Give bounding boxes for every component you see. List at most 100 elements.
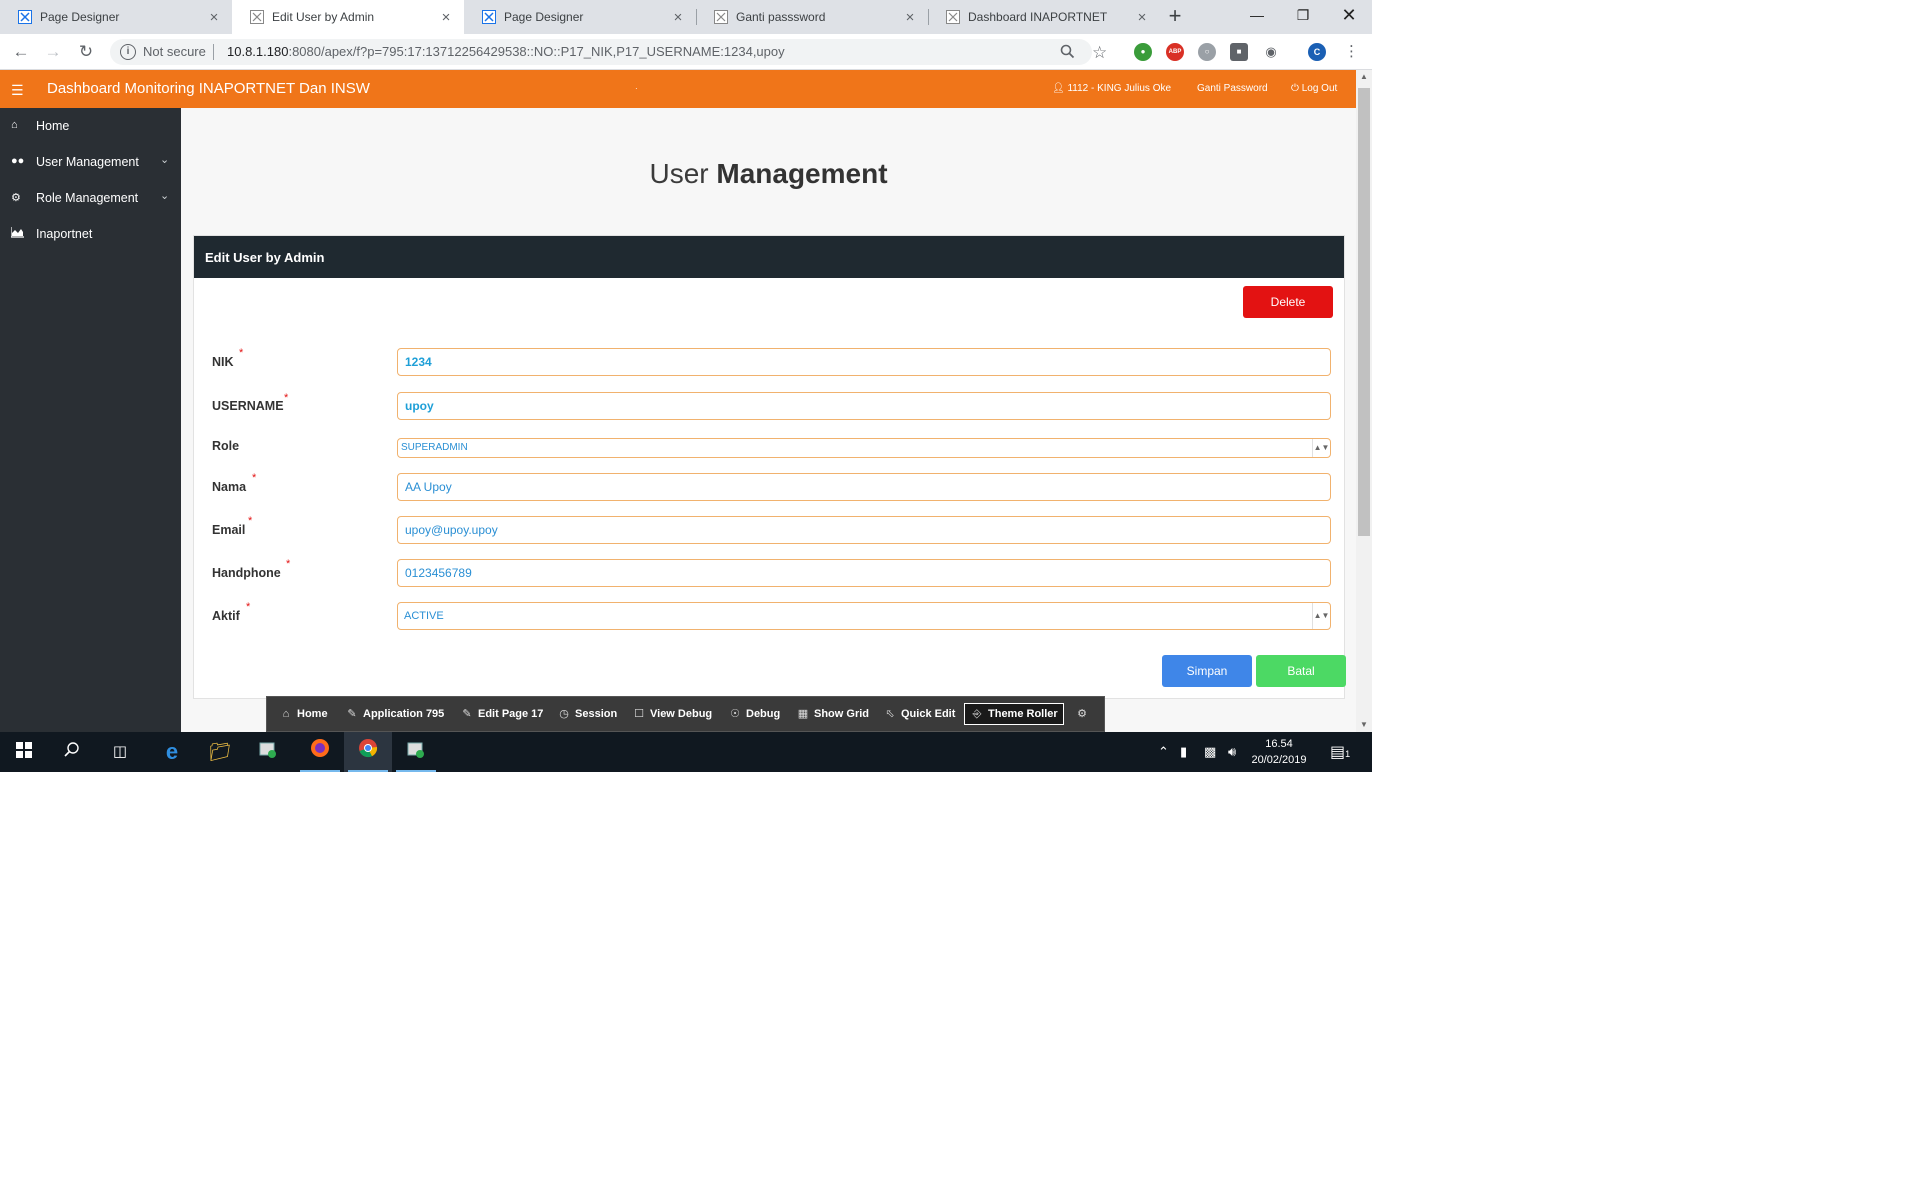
save-button[interactable]: Simpan [1162, 655, 1252, 687]
new-tab-button[interactable]: + [1162, 4, 1188, 30]
network-icon[interactable]: ▩ [1204, 744, 1216, 760]
reload-icon[interactable]: ↻ [74, 40, 98, 64]
email-field[interactable]: upoy@upoy.upoy [397, 516, 1331, 544]
page-scrollbar[interactable]: ▲ ▼ [1356, 70, 1372, 732]
edge-browser-icon[interactable]: e [148, 732, 196, 772]
firefox-icon[interactable] [296, 732, 344, 772]
cancel-button[interactable]: Batal [1256, 655, 1346, 687]
email-label: Email [212, 523, 246, 537]
app-window-icon[interactable] [244, 732, 292, 772]
address-bar[interactable]: i Not secure 10.8.1.180:8080/apex/f?p=79… [110, 39, 1092, 65]
dev-settings-button[interactable]: ⚙ [1075, 703, 1093, 725]
extension-world-icon[interactable]: ○ [1198, 43, 1216, 61]
select-arrows-icon: ▲▼ [1312, 439, 1330, 457]
dev-application-label: Application 795 [363, 708, 445, 720]
username-field[interactable]: upoy [397, 392, 1331, 420]
app-window-icon[interactable] [392, 732, 440, 772]
dev-edit-page-button[interactable]: ✎ Edit Page 17 [460, 703, 543, 725]
nik-field[interactable]: 1234 [397, 348, 1331, 376]
aktif-label: Aktif [212, 609, 240, 623]
close-tab-icon[interactable]: × [902, 9, 918, 26]
dev-session-button[interactable]: ◷ Session [557, 703, 617, 725]
area-chart-icon [10, 227, 25, 241]
dev-home-label: Home [297, 708, 328, 720]
extension-globe-icon[interactable]: ● [1134, 43, 1152, 61]
browser-tab[interactable]: Page Designer × [464, 0, 696, 34]
browser-tab[interactable]: Ganti passsword × [696, 0, 928, 34]
scroll-thumb[interactable] [1358, 88, 1370, 536]
battery-icon[interactable]: ▮ [1180, 744, 1187, 760]
extension-adblock-icon[interactable]: ABP [1166, 43, 1184, 61]
browser-tab[interactable]: Page Designer × [0, 0, 232, 34]
close-tab-icon[interactable]: × [438, 9, 454, 26]
page-favicon-icon [250, 10, 264, 24]
close-tab-icon[interactable]: × [670, 9, 686, 26]
app-title[interactable]: Dashboard Monitoring INAPORTNET Dan INSW [47, 80, 370, 97]
dev-session-label: Session [575, 708, 618, 720]
profile-avatar[interactable]: C [1308, 43, 1326, 61]
browser-tab-title: Page Designer [504, 10, 584, 24]
hamburger-menu-icon[interactable]: ☰ [11, 82, 24, 99]
back-arrow-icon[interactable]: ← [9, 40, 33, 64]
minimize-icon[interactable]: — [1234, 0, 1280, 30]
edit-icon: ✎ [462, 708, 472, 720]
extension-camera-icon[interactable]: ◉ [1262, 43, 1280, 61]
nav-user-link[interactable]: 👤︎ 1112 - KING Julius Oke [1052, 83, 1171, 94]
chevron-down-icon[interactable]: ⌄ [160, 153, 169, 166]
file-explorer-icon[interactable]: 📁︎ [196, 732, 244, 772]
nav-user-label: 1112 - KING Julius Oke [1067, 83, 1172, 94]
zoom-icon[interactable] [1060, 44, 1075, 63]
browser-tab-active[interactable]: Edit User by Admin × [232, 0, 464, 34]
scroll-down-icon[interactable]: ▼ [1356, 718, 1372, 732]
role-select[interactable]: SUPERADMIN ▲▼ [397, 438, 1331, 458]
required-marker: * [246, 601, 251, 613]
taskbar-clock[interactable]: 16.54 20/02/2019 [1244, 736, 1314, 768]
show-hidden-icons-icon[interactable]: ⌃ [1158, 744, 1169, 760]
sidebar-item-inaportnet[interactable]: Inaportnet [0, 216, 181, 252]
browser-tab[interactable]: Dashboard INAPORTNET × [928, 0, 1160, 34]
dev-home-button[interactable]: ⌂ Home [279, 703, 328, 725]
handphone-field[interactable]: 0123456789 [397, 559, 1331, 587]
close-window-icon[interactable]: ✕ [1326, 0, 1372, 30]
close-tab-icon[interactable]: × [1134, 9, 1150, 26]
restore-icon[interactable]: ❐ [1280, 0, 1326, 30]
browser-tab-title: Edit User by Admin [272, 10, 375, 24]
close-tab-icon[interactable]: × [206, 9, 222, 26]
sidebar-item-home[interactable]: ⌂ Home [0, 108, 181, 144]
sidebar-item-user-management[interactable]: ●● User Management ⌄ [0, 144, 181, 180]
page-favicon-icon [714, 10, 728, 24]
power-icon: ⏻ [1291, 83, 1302, 94]
menu-kebab-icon[interactable]: ⋮ [1344, 42, 1359, 60]
dev-theme-roller-button[interactable]: ⎆ Theme Roller [964, 703, 1064, 725]
dev-show-grid-button[interactable]: ▦ Show Grid [796, 703, 869, 725]
forward-arrow-icon[interactable]: → [41, 40, 65, 64]
dev-debug-button[interactable]: ☉ Debug [728, 703, 780, 725]
logout-link[interactable]: ⏻ Log Out [1291, 83, 1337, 94]
bug-icon: ☉ [730, 708, 740, 720]
sidebar-item-role-management[interactable]: ⚙ Role Management ⌄ [0, 180, 181, 216]
volume-icon[interactable]: 🔊︎ [1228, 744, 1236, 760]
chrome-icon[interactable] [344, 732, 392, 772]
chevron-down-icon[interactable]: ⌄ [160, 189, 169, 202]
dev-application-button[interactable]: ✎ Application 795 [345, 703, 444, 725]
omnibox-divider [213, 44, 214, 60]
dev-quick-edit-button[interactable]: ⬁ Quick Edit [883, 703, 955, 725]
browser-tab-strip: Page Designer × Edit User by Admin × Pag… [0, 0, 1372, 34]
edit-icon: ✎ [347, 708, 357, 720]
delete-button[interactable]: Delete [1243, 286, 1333, 318]
aktif-select[interactable]: ACTIVE ▲▼ [397, 602, 1331, 630]
nama-field[interactable]: AA Upoy [397, 473, 1331, 501]
action-center-icon[interactable]: ▤1 [1330, 742, 1350, 762]
dev-view-debug-button[interactable]: ☐ View Debug [632, 703, 712, 725]
task-view-icon[interactable]: ◫ [96, 732, 144, 772]
info-icon[interactable]: i [120, 44, 136, 60]
select-arrows-icon: ▲▼ [1312, 603, 1330, 629]
scroll-up-icon[interactable]: ▲ [1356, 70, 1372, 84]
search-icon[interactable] [48, 732, 96, 772]
url-text[interactable]: 10.8.1.180:8080/apex/f?p=795:17:13712256… [227, 44, 785, 59]
bookmark-star-icon[interactable]: ☆ [1092, 43, 1107, 63]
change-password-link[interactable]: Ganti Password [1197, 83, 1268, 94]
windows-start-icon[interactable] [0, 732, 48, 772]
running-indicator [348, 770, 388, 772]
extension-picture-icon[interactable]: ■ [1230, 43, 1248, 61]
